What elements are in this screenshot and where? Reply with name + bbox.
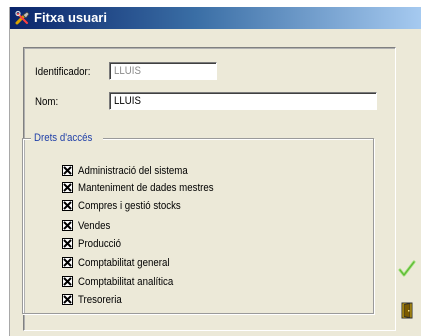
identificador-value: LLUIS [114, 65, 141, 77]
nom-label: Nom: [35, 96, 59, 108]
permission-label: Comptabilitat analítica [78, 276, 174, 288]
checkmark-icon [398, 260, 416, 277]
nom-value: LLUIS [114, 95, 141, 107]
permission-checkbox[interactable] [62, 165, 73, 176]
title-bar[interactable]: Fitxa usuari [10, 7, 421, 29]
access-rights-title: Drets d'accés [31, 132, 104, 144]
window-title: Fitxa usuari [34, 10, 107, 25]
permission-checkbox[interactable] [62, 200, 73, 211]
permission-label: Vendes [78, 220, 111, 232]
permission-label: Compres i gestió stocks [78, 200, 181, 212]
door-exit-icon [401, 302, 413, 319]
permission-checkbox[interactable] [62, 294, 73, 305]
access-rights-group [22, 138, 374, 314]
identificador-field: LLUIS [109, 62, 217, 80]
permission-label: Tresoreria [78, 294, 122, 306]
permission-checkbox[interactable] [62, 276, 73, 287]
permission-checkbox[interactable] [62, 257, 73, 268]
permission-label: Manteniment de dades mestres [78, 182, 214, 194]
permission-checkbox[interactable] [62, 182, 73, 193]
access-rights-title-text: Drets d'accés [34, 132, 93, 144]
permission-checkbox[interactable] [62, 238, 73, 249]
permission-label: Producció [78, 238, 122, 250]
permission-label: Comptabilitat general [78, 257, 170, 269]
identificador-label: Identificador: [35, 66, 91, 78]
permission-label: Administració del sistema [78, 165, 188, 177]
permission-checkbox[interactable] [62, 220, 73, 231]
exit-button[interactable] [398, 300, 420, 322]
tools-icon [15, 10, 30, 25]
nom-field[interactable]: LLUIS [109, 92, 377, 110]
accept-button[interactable] [396, 258, 418, 280]
